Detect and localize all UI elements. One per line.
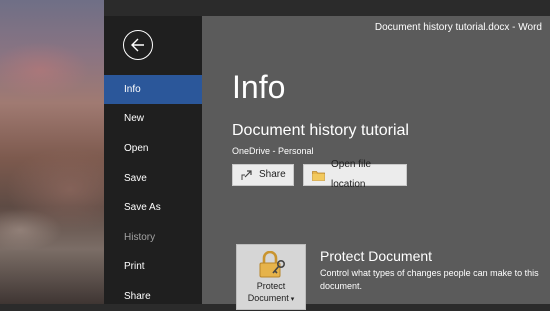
open-file-location-button[interactable]: Open file location (303, 159, 407, 190)
backstage-sidebar: Info New Open Save Save As History Print… (104, 16, 202, 304)
sidebar-item-share[interactable]: Share (104, 282, 202, 311)
share-button-label: Share (259, 169, 286, 180)
protect-tile-label: Document (247, 293, 289, 303)
share-icon (241, 169, 253, 181)
protect-document-title: Protect Document (320, 248, 433, 264)
back-button[interactable] (123, 30, 153, 60)
sidebar-item-label: Share (124, 291, 151, 302)
sidebar-item-print[interactable]: Print (104, 252, 202, 281)
sidebar-item-save[interactable]: Save (104, 164, 202, 193)
window-title: Document history tutorial.docx - Word (374, 22, 542, 33)
sidebar-item-label: Open (124, 143, 149, 154)
page-title: Info (232, 69, 286, 105)
sidebar-item-open[interactable]: Open (104, 134, 202, 163)
backstage-content: Document history tutorial.docx - Word In… (202, 16, 550, 310)
sidebar-item-info[interactable]: Info (104, 75, 202, 104)
protect-tile-label-line1: Protect (256, 281, 286, 291)
sidebar-item-label: Print (124, 261, 145, 272)
protect-tile-label-line2: Document ▾ (237, 293, 305, 305)
share-button[interactable]: Share (232, 164, 294, 186)
document-title: Document history tutorial (232, 122, 409, 139)
protect-document-button[interactable]: Protect Document ▾ (236, 244, 306, 310)
sidebar-item-label: New (124, 113, 145, 124)
sidebar-item-save-as[interactable]: Save As (104, 193, 202, 222)
sidebar-item-label: Save (124, 173, 147, 184)
sidebar-item-label: Save As (124, 202, 161, 213)
lock-key-icon (257, 250, 287, 281)
dropdown-caret-icon: ▾ (290, 296, 295, 303)
protect-document-description: Control what types of changes people can… (320, 268, 539, 291)
desktop-wallpaper (0, 0, 104, 304)
sidebar-item-label: Info (124, 84, 141, 95)
open-file-location-label: Open file location (331, 159, 372, 190)
sidebar-item-history[interactable]: History (104, 223, 202, 252)
sidebar-item-new[interactable]: New (104, 104, 202, 133)
sidebar-item-label: History (124, 232, 156, 243)
back-arrow-icon (131, 38, 144, 52)
document-location: OneDrive - Personal (232, 146, 314, 156)
folder-icon (312, 170, 325, 181)
word-backstage-window: Info New Open Save Save As History Print… (104, 16, 550, 310)
